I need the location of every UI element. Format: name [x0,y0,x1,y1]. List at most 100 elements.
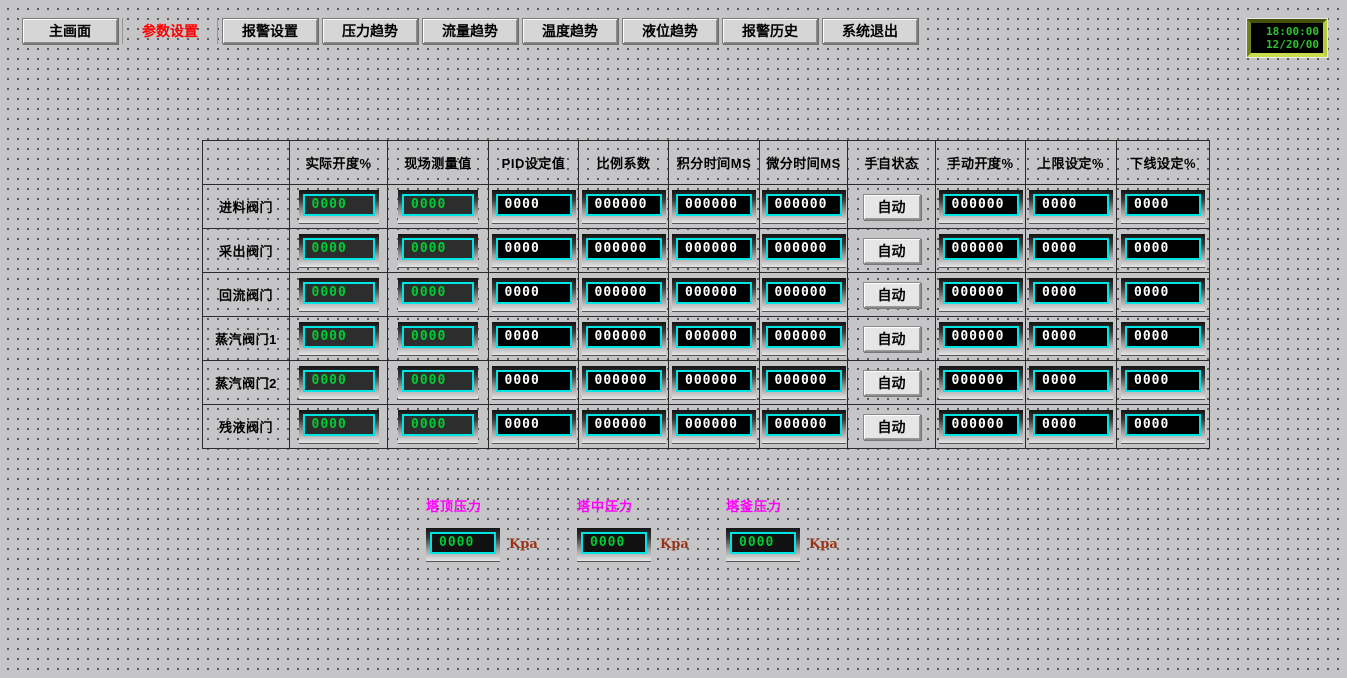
table-cell: 0000 [1117,405,1210,449]
mode-auto-button[interactable]: 自动 [863,194,921,220]
nav-button-3[interactable]: 压力趋势 [322,18,418,44]
row-label: 采出阀门 [203,229,290,273]
column-header: 现场测量值 [388,141,489,185]
mode-auto-button[interactable]: 自动 [863,414,921,440]
setpoint-display[interactable]: 000000 [582,410,666,443]
table-cell: 0000 [489,361,579,405]
display-value: 0000 [402,414,474,436]
table-cell: 000000 [760,273,848,317]
table-cell: 000000 [669,317,760,361]
setpoint-display[interactable]: 000000 [582,322,666,355]
setpoint-display[interactable]: 0000 [1029,410,1113,443]
setpoint-display[interactable]: 0000 [1029,278,1113,311]
setpoint-display[interactable]: 000000 [672,278,756,311]
table-cell: 0000 [1026,317,1117,361]
setpoint-display[interactable]: 000000 [672,234,756,267]
column-header: 实际开度% [290,141,388,185]
setpoint-display[interactable]: 0000 [1029,322,1113,355]
setpoint-display[interactable]: 000000 [762,322,846,355]
setpoint-display[interactable]: 000000 [939,366,1023,399]
table-cell: 0000 [1026,405,1117,449]
display-value: 000000 [586,282,662,304]
readout-display: 0000 [398,410,478,443]
row-label: 回流阀门 [203,273,290,317]
nav-button-0[interactable]: 主画面 [22,18,118,44]
display-value: 0000 [402,238,474,260]
hmi-parameter-screen: { "nav": { "items": [ {"label": "主画面", "… [0,0,1347,678]
nav-button-8[interactable]: 系统退出 [822,18,918,44]
nav-button-2[interactable]: 报警设置 [222,18,318,44]
display-value: 000000 [766,282,842,304]
setpoint-display[interactable]: 000000 [939,410,1023,443]
column-header: 微分时间MS [760,141,848,185]
display-value: 0000 [1033,194,1109,216]
table-cell: 0000 [388,361,489,405]
setpoint-display[interactable]: 000000 [762,366,846,399]
table-cell: 000000 [760,185,848,229]
setpoint-display[interactable]: 000000 [762,410,846,443]
table-cell: 000000 [579,273,669,317]
clock-date: 12/20/00 [1266,38,1319,51]
setpoint-display[interactable]: 0000 [492,410,576,443]
setpoint-display[interactable]: 0000 [1121,322,1205,355]
setpoint-display[interactable]: 000000 [939,190,1023,223]
nav-button-6[interactable]: 液位趋势 [622,18,718,44]
setpoint-display[interactable]: 000000 [582,278,666,311]
setpoint-display[interactable]: 000000 [672,366,756,399]
setpoint-display[interactable]: 000000 [762,278,846,311]
table-cell: 000000 [760,405,848,449]
setpoint-display[interactable]: 000000 [762,234,846,267]
setpoint-display[interactable]: 0000 [492,366,576,399]
setpoint-display[interactable]: 000000 [672,410,756,443]
setpoint-display[interactable]: 0000 [1121,410,1205,443]
nav-button-5[interactable]: 温度趋势 [522,18,618,44]
setpoint-display[interactable]: 000000 [672,322,756,355]
table-cell: 0000 [290,185,388,229]
table-cell: 0000 [489,273,579,317]
setpoint-display[interactable]: 000000 [582,190,666,223]
table-cell: 000000 [579,361,669,405]
setpoint-display[interactable]: 0000 [492,190,576,223]
table-cell: 0000 [1117,273,1210,317]
setpoint-display[interactable]: 000000 [582,366,666,399]
nav-button-4[interactable]: 流量趋势 [422,18,518,44]
pressure-display: 0000 [426,528,500,561]
setpoint-display[interactable]: 0000 [1121,190,1205,223]
setpoint-display[interactable]: 000000 [939,234,1023,267]
table-cell: 0000 [290,361,388,405]
table-cell: 自动 [848,185,936,229]
setpoint-display[interactable]: 0000 [1121,278,1205,311]
row-label: 蒸汽阀门1 [203,317,290,361]
table-cell: 000000 [936,185,1026,229]
table-cell: 000000 [579,185,669,229]
setpoint-display[interactable]: 0000 [1121,234,1205,267]
setpoint-display[interactable]: 0000 [1029,190,1113,223]
display-value: 0000 [496,414,572,436]
nav-button-7[interactable]: 报警历史 [722,18,818,44]
setpoint-display[interactable]: 0000 [492,278,576,311]
row-label: 蒸汽阀门2 [203,361,290,405]
setpoint-display[interactable]: 0000 [1121,366,1205,399]
setpoint-display[interactable]: 000000 [939,322,1023,355]
setpoint-display[interactable]: 0000 [1029,234,1113,267]
mode-auto-button[interactable]: 自动 [863,238,921,264]
table-cell: 0000 [489,317,579,361]
setpoint-display[interactable]: 000000 [939,278,1023,311]
nav-button-1[interactable]: 参数设置 [122,18,218,44]
display-value: 0000 [303,370,375,392]
pressure-unit: Kpa [660,537,689,552]
mode-auto-button[interactable]: 自动 [863,326,921,352]
table-cell: 000000 [936,361,1026,405]
column-header: 手自状态 [848,141,936,185]
setpoint-display[interactable]: 000000 [672,190,756,223]
setpoint-display[interactable]: 0000 [492,322,576,355]
setpoint-display[interactable]: 0000 [492,234,576,267]
display-value: 0000 [496,238,572,260]
setpoint-display[interactable]: 000000 [582,234,666,267]
mode-auto-button[interactable]: 自动 [863,282,921,308]
setpoint-display[interactable]: 0000 [1029,366,1113,399]
mode-auto-button[interactable]: 自动 [863,370,921,396]
table-cell: 000000 [579,229,669,273]
display-value: 000000 [676,326,752,348]
setpoint-display[interactable]: 000000 [762,190,846,223]
